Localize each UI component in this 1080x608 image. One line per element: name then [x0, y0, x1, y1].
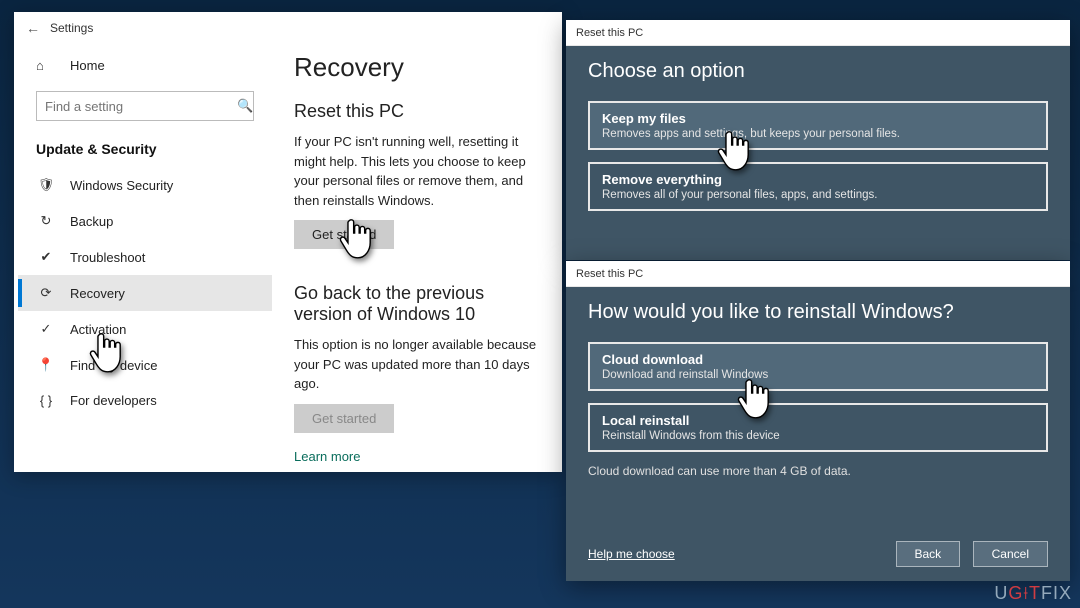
- reset-heading: Reset this PC: [294, 101, 544, 122]
- shield-icon: 🛡: [36, 177, 56, 193]
- home-nav[interactable]: ⌂ Home: [18, 48, 272, 83]
- content-pane: Recovery Reset this PC If your PC isn't …: [276, 44, 562, 472]
- back-arrow-icon[interactable]: ←: [26, 20, 40, 36]
- sidebar-item-label: Activation: [70, 322, 126, 337]
- backup-icon: ↻: [36, 213, 56, 229]
- search-input[interactable]: [37, 99, 229, 114]
- location-icon: 📍: [36, 357, 56, 373]
- dialog-note: Cloud download can use more than 4 GB of…: [588, 464, 1048, 478]
- sidebar-item-activation[interactable]: ✓ Activation: [18, 311, 272, 347]
- search-icon: 🔍: [229, 98, 261, 114]
- back-button[interactable]: Back: [896, 541, 961, 567]
- cancel-button[interactable]: Cancel: [973, 541, 1048, 567]
- developer-icon: { }: [36, 393, 56, 408]
- recovery-icon: ⟳: [36, 285, 56, 301]
- option-title: Cloud download: [602, 352, 1034, 367]
- option-local-reinstall[interactable]: Local reinstall Reinstall Windows from t…: [588, 403, 1048, 452]
- troubleshoot-icon: ✔: [36, 249, 56, 265]
- option-desc: Download and reinstall Windows: [602, 369, 1034, 381]
- option-cloud-download[interactable]: Cloud download Download and reinstall Wi…: [588, 342, 1048, 391]
- sidebar-item-label: Troubleshoot: [70, 250, 145, 265]
- goback-desc: This option is no longer available becau…: [294, 335, 544, 394]
- option-remove-everything[interactable]: Remove everything Removes all of your pe…: [588, 162, 1048, 211]
- sidebar-item-recovery[interactable]: ⟳ Recovery: [18, 275, 272, 311]
- option-desc: Removes apps and settings, but keeps you…: [602, 128, 1034, 140]
- sidebar-item-label: Backup: [70, 214, 113, 229]
- get-started-disabled-button: Get started: [294, 404, 394, 433]
- option-title: Local reinstall: [602, 413, 1034, 428]
- get-started-button[interactable]: Get started: [294, 220, 394, 249]
- goback-heading: Go back to the previous version of Windo…: [294, 283, 544, 325]
- home-label: Home: [70, 58, 105, 73]
- option-keep-my-files[interactable]: Keep my files Removes apps and settings,…: [588, 101, 1048, 150]
- window-title: Settings: [50, 21, 93, 35]
- help-me-choose-link[interactable]: Help me choose: [588, 547, 675, 561]
- sidebar-item-troubleshoot[interactable]: ✔ Troubleshoot: [18, 239, 272, 275]
- option-desc: Removes all of your personal files, apps…: [602, 189, 1034, 201]
- sidebar-item-find-my-device[interactable]: 📍 Find my device: [18, 347, 272, 383]
- option-title: Keep my files: [602, 111, 1034, 126]
- sidebar-item-label: Find my device: [70, 358, 157, 373]
- sidebar-item-label: For developers: [70, 393, 157, 408]
- page-title: Recovery: [294, 52, 544, 83]
- dialog-heading: Choose an option: [588, 60, 1048, 83]
- activation-icon: ✓: [36, 321, 56, 337]
- reset-desc: If your PC isn't running well, resetting…: [294, 132, 544, 210]
- home-icon: ⌂: [36, 58, 56, 73]
- dialog-heading: How would you like to reinstall Windows?: [588, 301, 1048, 324]
- sidebar: ⌂ Home 🔍 Update & Security 🛡 Windows Sec…: [14, 44, 276, 472]
- settings-window: ← Settings ⌂ Home 🔍 Update & Security 🛡 …: [14, 12, 562, 472]
- sidebar-item-windows-security[interactable]: 🛡 Windows Security: [18, 167, 272, 203]
- dialog-titlebar: Reset this PC: [566, 20, 1070, 46]
- watermark: UG⟊TFIX: [994, 583, 1072, 604]
- sidebar-item-backup[interactable]: ↻ Backup: [18, 203, 272, 239]
- reset-dialog-choose-option: Reset this PC Choose an option Keep my f…: [566, 20, 1070, 260]
- sidebar-item-label: Recovery: [70, 286, 125, 301]
- section-title: Update & Security: [18, 133, 272, 167]
- option-desc: Reinstall Windows from this device: [602, 430, 1034, 442]
- search-box[interactable]: 🔍: [36, 91, 254, 121]
- dialog-titlebar: Reset this PC: [566, 261, 1070, 287]
- learn-more-link[interactable]: Learn more: [294, 449, 360, 464]
- option-title: Remove everything: [602, 172, 1034, 187]
- sidebar-item-label: Windows Security: [70, 178, 173, 193]
- window-titlebar: ← Settings: [14, 12, 562, 44]
- reset-dialog-reinstall: Reset this PC How would you like to rein…: [566, 261, 1070, 581]
- sidebar-item-for-developers[interactable]: { } For developers: [18, 383, 272, 418]
